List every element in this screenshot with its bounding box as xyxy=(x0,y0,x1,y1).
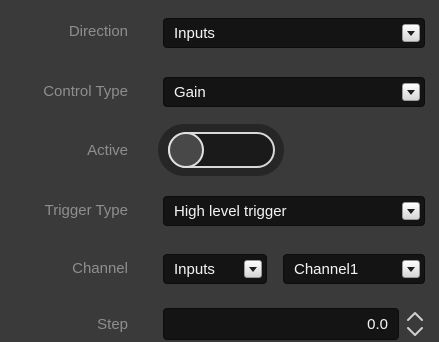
chevron-down-icon[interactable] xyxy=(402,202,420,220)
control-type-value: Gain xyxy=(174,84,206,101)
step-input[interactable]: 0.0 xyxy=(163,308,399,340)
chevron-down-icon[interactable] xyxy=(402,24,420,42)
chevron-down-icon[interactable] xyxy=(244,260,262,278)
chevron-down-icon[interactable] xyxy=(407,327,423,336)
trigger-type-select[interactable]: High level trigger xyxy=(163,196,425,226)
chevron-down-icon[interactable] xyxy=(402,260,420,278)
active-toggle[interactable] xyxy=(158,124,284,176)
channel-select[interactable]: Channel1 xyxy=(283,254,425,284)
control-type-label: Control Type xyxy=(43,83,128,100)
channel-source-value: Inputs xyxy=(174,261,215,278)
channel-value: Channel1 xyxy=(294,261,359,278)
step-spin-buttons[interactable] xyxy=(402,306,428,342)
chevron-down-icon[interactable] xyxy=(402,83,420,101)
channel-label: Channel xyxy=(72,260,128,277)
step-label: Step xyxy=(97,316,128,333)
active-label: Active xyxy=(87,142,128,159)
direction-select[interactable]: Inputs xyxy=(163,18,425,48)
trigger-type-label: Trigger Type xyxy=(44,202,128,219)
trigger-type-value: High level trigger xyxy=(174,203,287,220)
direction-value: Inputs xyxy=(174,25,215,42)
direction-label: Direction xyxy=(68,23,128,40)
toggle-knob[interactable] xyxy=(168,132,204,168)
control-type-select[interactable]: Gain xyxy=(163,77,425,107)
toggle-track[interactable] xyxy=(168,132,275,168)
channel-source-select[interactable]: Inputs xyxy=(163,254,267,284)
step-value: 0.0 xyxy=(367,316,388,333)
chevron-up-icon[interactable] xyxy=(407,312,423,321)
